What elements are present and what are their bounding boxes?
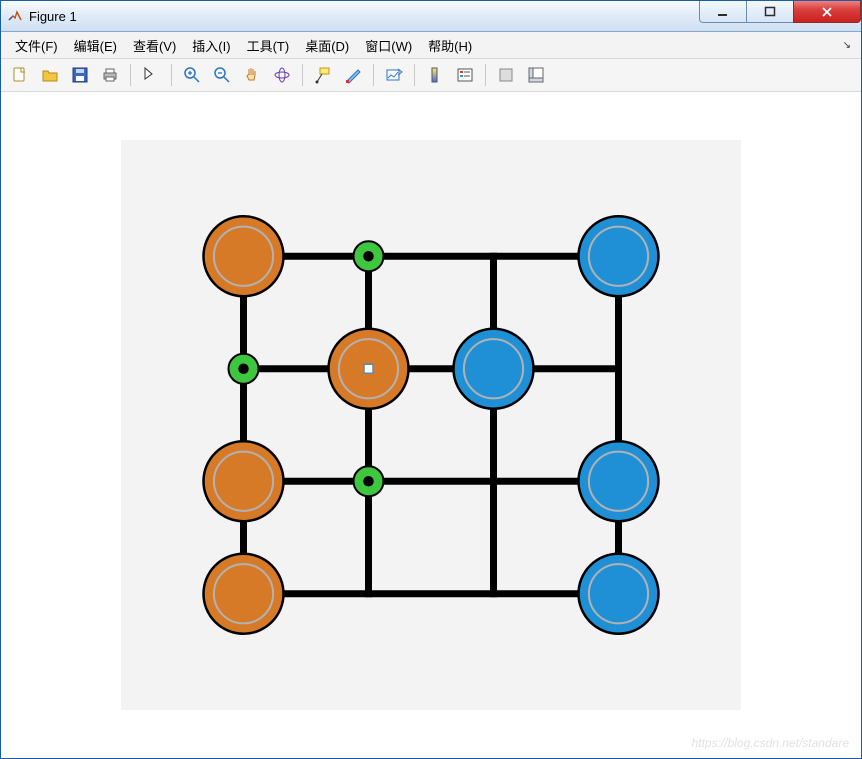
graph-node xyxy=(579,216,659,296)
figure-window: Figure 1 文件(F) 编辑(E) 查看(V) 插入(I) 工具(T) 桌… xyxy=(0,0,862,759)
figure-canvas[interactable] xyxy=(1,92,861,758)
menu-help[interactable]: 帮助(H) xyxy=(420,33,480,58)
matlab-icon xyxy=(7,8,23,24)
title-bar: Figure 1 xyxy=(1,1,861,32)
toolbar-separator xyxy=(130,64,131,86)
toolbar-separator xyxy=(414,64,415,86)
open-button[interactable] xyxy=(37,62,63,88)
menu-bar: 文件(F) 编辑(E) 查看(V) 插入(I) 工具(T) 桌面(D) 窗口(W… xyxy=(1,32,861,59)
graph-node xyxy=(329,329,409,409)
legend-button[interactable] xyxy=(452,62,478,88)
save-button[interactable] xyxy=(67,62,93,88)
graph-small-node xyxy=(354,466,384,496)
hide-plot-tools-button[interactable] xyxy=(493,62,519,88)
data-cursor-button[interactable] xyxy=(310,62,336,88)
toolbar-separator xyxy=(171,64,172,86)
graph-small-node xyxy=(354,241,384,271)
close-button[interactable] xyxy=(793,1,861,23)
window-title: Figure 1 xyxy=(29,9,77,24)
window-controls xyxy=(700,1,861,31)
toolbar-separator xyxy=(302,64,303,86)
menu-tools[interactable]: 工具(T) xyxy=(239,33,298,58)
new-figure-button[interactable] xyxy=(7,62,33,88)
toolbar-separator xyxy=(373,64,374,86)
show-plot-tools-button[interactable] xyxy=(523,62,549,88)
graph-node xyxy=(204,216,284,296)
menu-insert[interactable]: 插入(I) xyxy=(184,33,238,58)
maximize-button[interactable] xyxy=(746,1,794,23)
edit-plot-button[interactable] xyxy=(138,62,164,88)
toolbar xyxy=(1,59,861,92)
print-button[interactable] xyxy=(97,62,123,88)
minimize-button[interactable] xyxy=(699,1,747,23)
zoom-out-button[interactable] xyxy=(209,62,235,88)
graph-node xyxy=(579,441,659,521)
colorbar-button[interactable] xyxy=(422,62,448,88)
toolbar-separator xyxy=(485,64,486,86)
link-data-button[interactable] xyxy=(381,62,407,88)
zoom-in-button[interactable] xyxy=(179,62,205,88)
graph-node xyxy=(204,554,284,634)
menu-file[interactable]: 文件(F) xyxy=(7,33,66,58)
menu-window[interactable]: 窗口(W) xyxy=(357,33,420,58)
menu-view[interactable]: 查看(V) xyxy=(125,33,184,58)
graph-node xyxy=(454,329,534,409)
brush-button[interactable] xyxy=(340,62,366,88)
pan-button[interactable] xyxy=(239,62,265,88)
menu-edit[interactable]: 编辑(E) xyxy=(66,33,125,58)
graph-node xyxy=(204,441,284,521)
dock-arrow-icon[interactable]: ↘ xyxy=(843,40,851,51)
axes[interactable] xyxy=(121,140,741,710)
selected-marker-icon xyxy=(364,364,373,373)
menu-desktop[interactable]: 桌面(D) xyxy=(297,33,357,58)
rotate-3d-button[interactable] xyxy=(269,62,295,88)
graph-small-node xyxy=(229,354,259,384)
graph-node xyxy=(579,554,659,634)
